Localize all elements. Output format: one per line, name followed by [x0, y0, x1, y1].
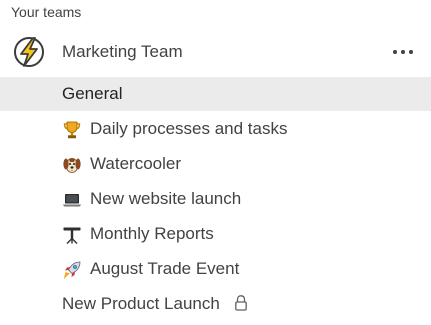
channel-label: Monthly Reports: [90, 224, 214, 243]
trophy-icon: [62, 120, 82, 140]
channel-label: General: [62, 84, 123, 103]
channel-monthly-reports[interactable]: Monthly Reports: [0, 217, 431, 251]
channel-label: New website launch: [90, 189, 242, 208]
dog-icon: [62, 155, 82, 175]
channel-label: August Trade Event: [90, 259, 240, 278]
team-header-marketing[interactable]: Marketing Team: [0, 33, 431, 71]
channel-label: Daily processes and tasks: [90, 119, 288, 138]
rocket-icon: [62, 260, 82, 280]
channel-label: Watercooler: [90, 154, 182, 173]
channel-watercooler[interactable]: Watercooler: [0, 147, 431, 181]
lock-icon: [234, 294, 248, 312]
team-name: Marketing Team: [62, 42, 183, 61]
channel-label: New Product Launch: [62, 294, 220, 313]
channel-daily-processes[interactable]: Daily processes and tasks: [0, 112, 431, 146]
projector-icon: [62, 225, 82, 245]
channel-new-product-launch[interactable]: New Product Launch: [0, 287, 431, 321]
more-options-icon[interactable]: [388, 41, 418, 63]
laptop-icon: [62, 190, 82, 210]
section-label-your-teams: Your teams: [11, 4, 82, 20]
channel-new-website-launch[interactable]: New website launch: [0, 182, 431, 216]
lightning-bolt-icon: [12, 35, 46, 69]
channel-general[interactable]: General: [0, 77, 431, 111]
channel-august-trade-event[interactable]: August Trade Event: [0, 252, 431, 286]
